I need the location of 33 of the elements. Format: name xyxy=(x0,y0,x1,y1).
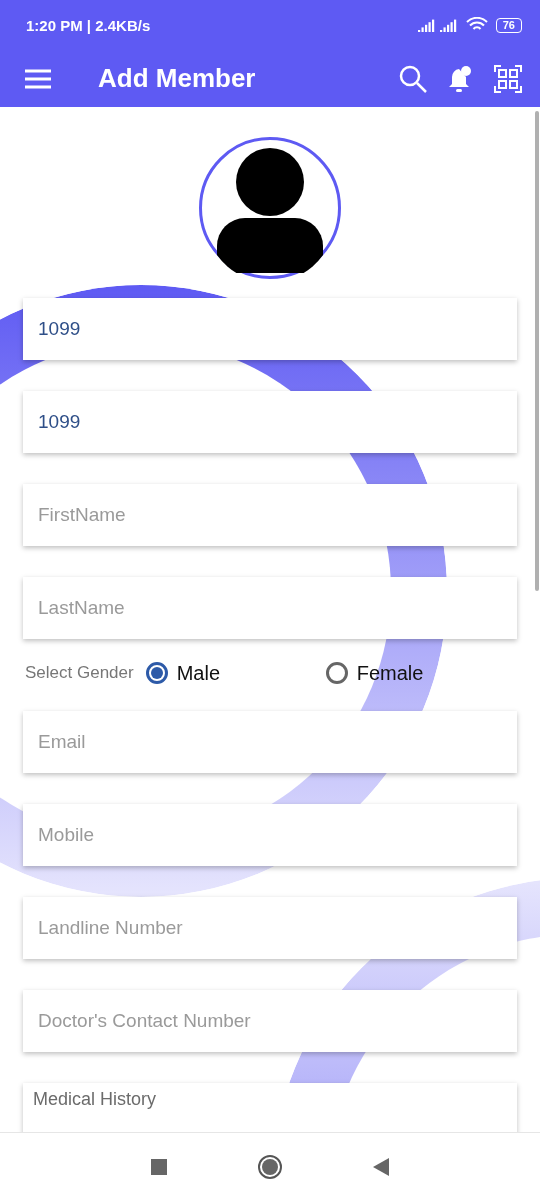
input-field[interactable]: FirstName xyxy=(23,484,517,546)
menu-icon[interactable] xyxy=(24,67,52,90)
input-field[interactable]: Landline Number xyxy=(23,897,517,959)
input-field[interactable]: 1099 xyxy=(23,391,517,453)
input-field[interactable]: 1099 xyxy=(23,298,517,360)
gender-radio[interactable]: Male xyxy=(145,661,326,685)
radio-icon[interactable] xyxy=(325,662,348,684)
input-field[interactable]: 1099 xyxy=(36,317,504,341)
input-field[interactable]: 1099 xyxy=(36,410,504,434)
radio-icon[interactable] xyxy=(145,662,168,684)
status-time: 1:20 PM | 2.4KB/s xyxy=(26,16,151,34)
input-field[interactable]: Mobile xyxy=(23,804,517,866)
input-field[interactable]: Doctor's Contact Number xyxy=(23,990,517,1052)
input-field[interactable]: LastName xyxy=(36,596,504,620)
qr-code-icon[interactable] xyxy=(494,64,522,93)
battery-icon: 76 xyxy=(495,17,522,33)
input-field[interactable]: Email xyxy=(23,711,517,773)
back-icon[interactable] xyxy=(373,1157,389,1176)
medical-history-field[interactable]: Medical History xyxy=(23,1083,517,1132)
notification-bell-icon[interactable] xyxy=(448,64,474,93)
input-field[interactable]: LastName xyxy=(23,577,517,639)
signal-icon xyxy=(417,18,458,32)
input-field[interactable]: FirstName xyxy=(36,503,504,527)
gender-radio[interactable]: Female xyxy=(325,661,466,685)
home-icon[interactable] xyxy=(257,1153,283,1180)
page-title: Add Member xyxy=(98,63,257,94)
gender-label: Select Gender xyxy=(25,663,134,683)
input-field[interactable]: Landline Number xyxy=(36,916,504,940)
input-field[interactable]: Email xyxy=(36,730,504,754)
input-field[interactable]: Mobile xyxy=(36,823,504,847)
input-field[interactable]: Doctor's Contact Number xyxy=(36,1009,504,1033)
search-icon[interactable] xyxy=(398,63,428,94)
recent-apps-icon[interactable] xyxy=(151,1158,167,1175)
